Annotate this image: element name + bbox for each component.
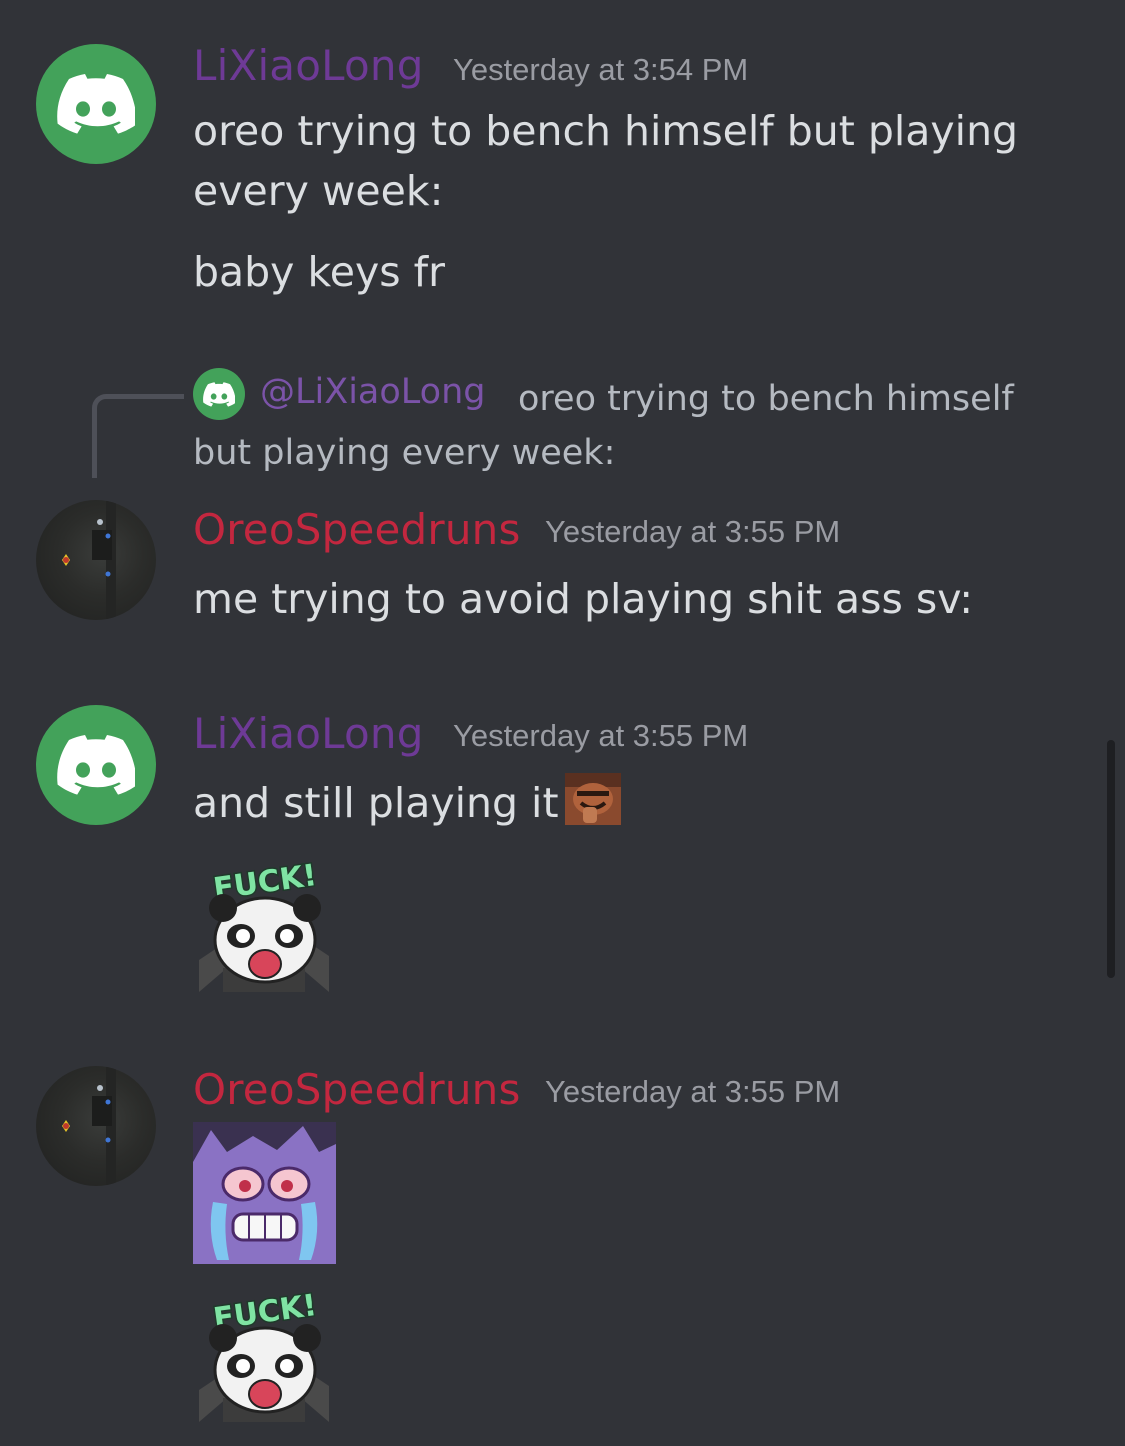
message-text: me trying to avoid playing shit ass sv: xyxy=(193,575,974,623)
discord-logo-icon xyxy=(57,74,135,134)
timestamp: Yesterday at 3:55 PM xyxy=(453,718,749,753)
message-text: oreo trying to bench himself but playing… xyxy=(193,107,1019,215)
avatar[interactable] xyxy=(36,1066,156,1186)
message-text: baby keys fr xyxy=(193,248,445,296)
panda-sticker[interactable]: FUCK! xyxy=(193,856,335,996)
avatar[interactable] xyxy=(36,500,156,620)
username[interactable]: LiXiaoLong xyxy=(193,42,424,90)
timestamp: Yesterday at 3:55 PM xyxy=(545,514,841,549)
scrollbar[interactable] xyxy=(1107,740,1115,978)
crying-gengar-emote[interactable] xyxy=(193,1122,336,1268)
panda-sticker[interactable]: FUCK! xyxy=(193,1286,335,1426)
reply-avatar xyxy=(193,368,245,420)
message-text-line: and still playing it xyxy=(193,773,1053,833)
timestamp: Yesterday at 3:55 PM xyxy=(545,1074,841,1109)
avatar[interactable] xyxy=(36,705,156,825)
avatar-image xyxy=(62,500,116,620)
message-text: and still playing it xyxy=(193,779,559,827)
laughing-man-emoji-icon[interactable] xyxy=(564,773,621,825)
reply-mention[interactable]: @LiXiaoLong xyxy=(260,372,485,412)
username[interactable]: OreoSpeedruns xyxy=(193,1066,521,1114)
username[interactable]: OreoSpeedruns xyxy=(193,506,521,554)
discord-logo-icon xyxy=(203,381,235,407)
avatar-image xyxy=(62,1066,116,1186)
username[interactable]: LiXiaoLong xyxy=(193,710,424,758)
reply-connector xyxy=(92,394,184,478)
timestamp: Yesterday at 3:54 PM xyxy=(453,52,749,87)
avatar[interactable] xyxy=(36,44,156,164)
discord-logo-icon xyxy=(57,735,135,795)
